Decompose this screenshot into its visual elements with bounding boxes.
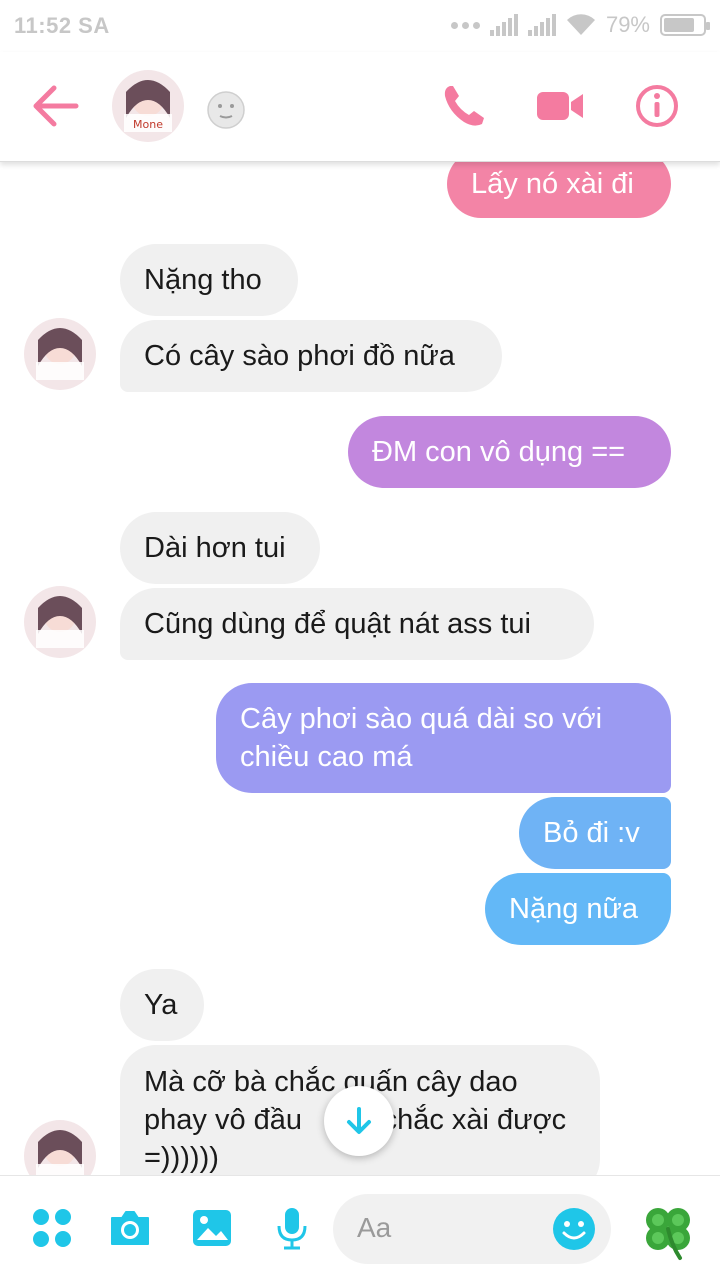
gallery-icon[interactable] xyxy=(190,1206,234,1250)
back-arrow-icon[interactable] xyxy=(30,84,80,128)
arrow-down-icon xyxy=(347,1107,371,1134)
battery-icon xyxy=(660,14,710,36)
message-bubble-incoming[interactable]: Dài hơn tui xyxy=(120,512,320,584)
message-bubble-outgoing[interactable]: ĐM con vô dụng == xyxy=(348,416,671,488)
message-bubble-incoming[interactable]: Nặng tho xyxy=(120,244,298,316)
notification-dots-icon xyxy=(450,21,480,29)
message-bubble-incoming[interactable]: Ya xyxy=(120,969,204,1041)
phone-call-icon[interactable] xyxy=(440,82,490,130)
microphone-icon[interactable] xyxy=(270,1206,314,1250)
message-list[interactable]: Lấy nó xài đi Nặng tho Có cây sào phơi đ… xyxy=(0,162,720,1175)
moon-face-icon xyxy=(207,91,245,129)
chat-header: Mone xyxy=(0,52,720,162)
message-bubble-incoming[interactable]: Có cây sào phơi đồ nữa xyxy=(120,320,502,392)
status-icons: 79% xyxy=(450,12,710,38)
status-bar: 11:52 SA 79% xyxy=(0,0,720,52)
battery-percent: 79% xyxy=(605,12,650,37)
message-bubble-incoming[interactable]: Cũng dùng để quật nát ass tui xyxy=(120,588,594,660)
sender-avatar[interactable] xyxy=(24,586,96,658)
signal-icon xyxy=(489,14,518,36)
message-composer: Aa xyxy=(0,1175,720,1280)
status-time: 11:52 SA xyxy=(14,13,110,38)
message-bubble-outgoing[interactable]: Lấy nó xài đi xyxy=(447,162,671,218)
message-bubble-outgoing[interactable]: Bỏ đi :v xyxy=(519,797,671,869)
svg-text:Mone: Mone xyxy=(133,118,163,131)
wifi-icon xyxy=(566,14,595,36)
message-bubble-outgoing[interactable]: Cây phơi sào quá dài so với chiều cao má xyxy=(216,683,671,793)
video-call-icon[interactable] xyxy=(535,82,585,130)
scroll-to-bottom-button[interactable] xyxy=(324,1086,394,1156)
apps-icon[interactable] xyxy=(30,1206,74,1250)
emoji-icon[interactable] xyxy=(551,1206,597,1252)
four-leaf-clover-icon[interactable] xyxy=(636,1198,700,1262)
message-bubble-outgoing[interactable]: Nặng nữa xyxy=(485,873,671,945)
camera-icon[interactable] xyxy=(108,1206,152,1250)
sender-avatar[interactable] xyxy=(24,318,96,390)
sender-avatar[interactable] xyxy=(24,1120,96,1175)
message-input-placeholder: Aa xyxy=(357,1212,392,1243)
contact-avatar[interactable]: Mone xyxy=(112,70,184,142)
info-icon[interactable] xyxy=(632,82,682,130)
signal-icon-2 xyxy=(527,14,556,36)
message-input[interactable]: Aa xyxy=(333,1194,611,1264)
